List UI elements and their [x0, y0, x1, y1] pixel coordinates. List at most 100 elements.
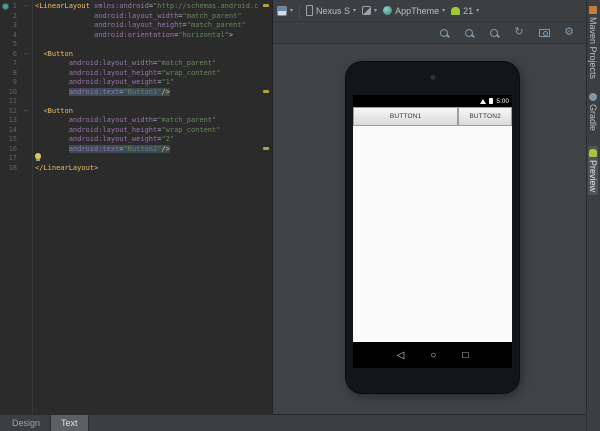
- code-token: "http://schemas.android.c: [153, 2, 259, 10]
- magnifier-glyph: [490, 28, 498, 37]
- recents-icon[interactable]: □: [462, 350, 468, 361]
- code-line[interactable]: 15 android:layout_weight="2": [0, 135, 272, 145]
- preview-canvas[interactable]: 5:00 BUTTON1 BUTTON2 ◁ ○ □: [273, 44, 586, 414]
- code-token: xmlns:android: [94, 2, 149, 10]
- code-line[interactable]: 7 android:layout_width="match_parent": [0, 59, 272, 69]
- intention-bulb-icon[interactable]: [35, 153, 41, 161]
- tool-tab-preview[interactable]: Preview: [588, 146, 598, 196]
- warning-stripe-mark[interactable]: [263, 146, 269, 150]
- mode-tab-text[interactable]: Text: [50, 415, 89, 431]
- fold-marker-icon[interactable]: −: [20, 50, 32, 60]
- device-screen: 5:00 BUTTON1 BUTTON2 ◁ ○ □: [353, 95, 512, 368]
- editor-mode-tabs: Design Text: [0, 414, 586, 431]
- settings-gear-icon[interactable]: ⚙: [562, 26, 576, 40]
- code-token: "match_parent": [157, 116, 217, 124]
- device-frame: 5:00 BUTTON1 BUTTON2 ◁ ○ □: [346, 62, 519, 393]
- code-token: <LinearLayout: [35, 2, 90, 10]
- layout-variant-icon: [277, 5, 287, 16]
- line-number: 17: [8, 154, 17, 162]
- code-token: android:layout_height: [68, 68, 158, 77]
- theme-selector-label: AppTheme: [395, 5, 440, 16]
- code-token: "wrap_content": [161, 125, 221, 134]
- tool-tab-maven-projects[interactable]: Maven Projects: [588, 3, 598, 82]
- screen-content: [353, 126, 512, 342]
- line-number: 4: [12, 30, 17, 39]
- code-token: android:layout_height: [94, 21, 183, 29]
- gutter-element-icon[interactable]: [2, 3, 9, 10]
- fold-marker-icon[interactable]: −: [20, 2, 32, 12]
- zoom-fit-icon[interactable]: [437, 26, 451, 40]
- code-line[interactable]: 9 android:layout_weight="1": [0, 78, 272, 88]
- code-token: android:layout_width: [94, 11, 179, 20]
- api-level-label: 21: [463, 5, 474, 16]
- refresh-icon[interactable]: ↻: [512, 26, 526, 40]
- code-line[interactable]: 10 android:text="Button1"/>: [0, 87, 272, 98]
- zoom-in-icon[interactable]: [487, 26, 501, 40]
- magnifier-glyph: [440, 28, 448, 37]
- code-text: android:layout_weight="2": [35, 135, 174, 145]
- code-text: android:layout_width="match_parent": [35, 12, 242, 22]
- highlighted-code: android:text="Button2"/>: [68, 144, 170, 153]
- device-selector[interactable]: Nexus S ▾: [306, 5, 356, 16]
- code-lines: 1− <LinearLayout xmlns:android="http://sc…: [0, 2, 272, 173]
- code-text: <Button: [35, 107, 73, 117]
- code-line[interactable]: 14 android:layout_height="wrap_content": [0, 126, 272, 136]
- tool-tab-gradle[interactable]: Gradle: [588, 90, 598, 134]
- zoom-actual-icon[interactable]: [462, 26, 476, 40]
- fold-marker-icon[interactable]: −: [20, 107, 32, 117]
- mode-tab-design[interactable]: Design: [2, 415, 50, 431]
- code-token: <Button: [43, 49, 73, 58]
- code-token: android:orientation: [94, 30, 175, 39]
- code-line[interactable]: 1− <LinearLayout xmlns:android="http://sc…: [0, 2, 272, 12]
- code-line[interactable]: 6− <Button: [0, 50, 272, 60]
- code-line[interactable]: 8 android:layout_height="wrap_content": [0, 69, 272, 79]
- design-surface-selector[interactable]: ▾: [277, 5, 293, 16]
- api-level-selector[interactable]: 21 ▾: [451, 6, 479, 16]
- code-line[interactable]: 13 android:layout_width="match_parent": [0, 116, 272, 126]
- code-line[interactable]: 2 android:layout_width="match_parent": [0, 12, 272, 22]
- preview-button-1[interactable]: BUTTON1: [353, 107, 459, 126]
- code-token: android:text: [68, 144, 120, 153]
- preview-button-2[interactable]: BUTTON2: [458, 107, 512, 126]
- code-line[interactable]: 16 android:text="Button2"/>: [0, 144, 272, 155]
- code-line[interactable]: 12− <Button: [0, 107, 272, 117]
- code-token: <Button: [43, 106, 73, 115]
- android-head-icon: [451, 6, 461, 15]
- code-token: android:layout_width: [68, 59, 154, 67]
- battery-icon: [489, 98, 494, 104]
- line-number: 6: [12, 49, 17, 58]
- code-line[interactable]: 5: [0, 40, 272, 50]
- status-time: 5:00: [496, 97, 509, 105]
- xml-editor[interactable]: 1− <LinearLayout xmlns:android="http://sc…: [0, 0, 272, 414]
- chevron-down-icon: ▾: [353, 8, 357, 14]
- warning-stripe-mark[interactable]: [263, 89, 269, 93]
- code-token: "match_parent": [157, 59, 217, 67]
- line-number: 5: [12, 40, 17, 48]
- code-text: android:layout_width="match_parent": [35, 116, 217, 126]
- code-text: android:layout_height="wrap_content": [35, 125, 221, 136]
- code-line[interactable]: 3 android:layout_height="match_parent": [0, 21, 272, 31]
- code-token: "wrap_content": [161, 68, 221, 77]
- wifi-icon: [480, 98, 487, 104]
- code-line[interactable]: 18 </LinearLayout>: [0, 164, 272, 174]
- code-token: >: [228, 30, 234, 39]
- screenshot-camera-icon[interactable]: [537, 26, 551, 40]
- warning-stripe-mark[interactable]: [263, 4, 269, 7]
- preview-pane: ▾ Nexus S ▾ ▾ AppTheme ▾ 21 ▾ ↻ ⚙ 5:00 B…: [272, 0, 586, 414]
- error-stripe: [262, 0, 270, 414]
- back-icon[interactable]: ◁: [397, 350, 405, 361]
- home-icon[interactable]: ○: [430, 350, 436, 361]
- code-text: </LinearLayout>: [35, 164, 98, 174]
- code-token: "2": [161, 135, 175, 143]
- code-line[interactable]: 4 android:orientation="horizontal">: [0, 31, 272, 41]
- code-token: android:text: [68, 87, 120, 96]
- orientation-selector[interactable]: ▾: [362, 6, 377, 15]
- theme-selector[interactable]: AppTheme ▾: [383, 6, 445, 16]
- code-line[interactable]: 11: [0, 97, 272, 107]
